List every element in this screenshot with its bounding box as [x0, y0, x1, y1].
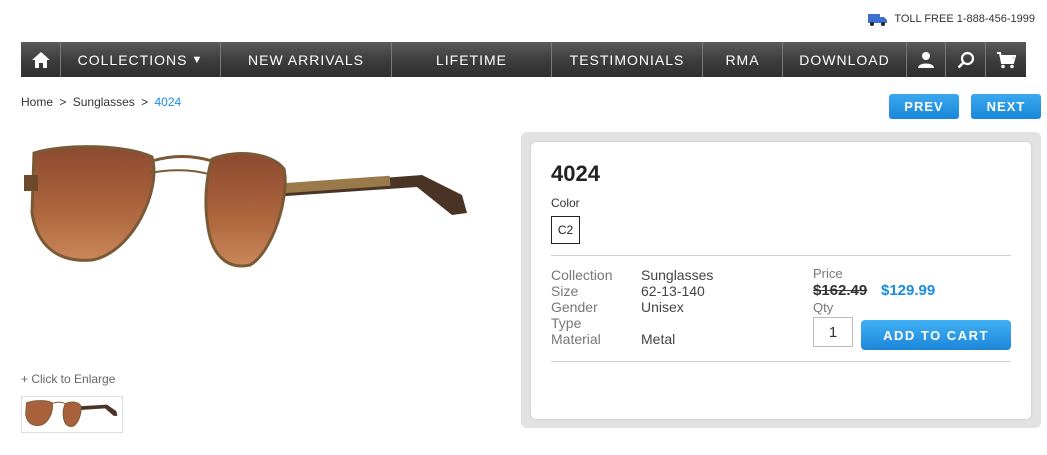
color-option-c2[interactable]: C2 — [551, 216, 580, 244]
search-icon — [957, 51, 974, 68]
next-button[interactable]: NEXT — [971, 94, 1041, 119]
spec-row-collection: Collection Sunglasses — [551, 267, 713, 283]
spec-row-type: Type — [551, 315, 713, 331]
breadcrumb: Home > Sunglasses > 4024 — [21, 95, 181, 109]
home-icon — [31, 51, 50, 68]
thumbnail-image[interactable] — [21, 396, 123, 433]
original-price: $162.49 — [813, 282, 868, 299]
quantity-input[interactable] — [813, 317, 853, 347]
nav-rma-label: RMA — [725, 51, 760, 68]
nav-lifetime[interactable]: LIFETIME — [392, 42, 552, 77]
toll-free: TOLL FREE 1-888-456-1999 — [868, 12, 1035, 26]
nav-download-label: DOWNLOAD — [799, 51, 890, 68]
spec-row-material: Material Metal — [551, 331, 713, 347]
cart-icon — [997, 51, 1016, 68]
breadcrumb-sunglasses[interactable]: Sunglasses — [73, 95, 135, 109]
product-title: 4024 — [551, 161, 600, 186]
caret-down-icon: ▼ — [191, 53, 204, 66]
spec-value: Sunglasses — [641, 267, 714, 283]
sale-price: $129.99 — [881, 282, 936, 299]
breadcrumb-current: 4024 — [154, 95, 182, 109]
spec-row-size: Size 62-13-140 — [551, 283, 713, 299]
add-to-cart-button[interactable]: ADD TO CART — [861, 320, 1011, 350]
breadcrumb-separator: > — [59, 95, 67, 109]
nav-new-arrivals-label: NEW ARRIVALS — [248, 51, 364, 68]
breadcrumb-separator: > — [141, 95, 149, 109]
spec-label: Gender — [551, 299, 598, 315]
click-to-enlarge-link[interactable]: + Click to Enlarge — [21, 372, 115, 386]
breadcrumb-home[interactable]: Home — [21, 95, 53, 109]
account-button[interactable] — [907, 42, 946, 77]
spec-value: 62-13-140 — [641, 283, 705, 299]
nav-lifetime-label: LIFETIME — [435, 51, 507, 68]
search-button[interactable] — [946, 42, 986, 77]
product-image[interactable] — [22, 135, 468, 300]
spec-row-gender: Gender Unisex — [551, 299, 713, 315]
spec-label: Material — [551, 331, 601, 347]
color-label: Color — [551, 196, 580, 210]
spec-value: Unisex — [641, 299, 684, 315]
main-nav: COLLECTIONS ▼ NEW ARRIVALS LIFETIME TEST… — [21, 42, 1026, 77]
product-details-card: 4024 Color C2 Collection Sunglasses Size… — [531, 142, 1031, 419]
product-details-panel: 4024 Color C2 Collection Sunglasses Size… — [521, 132, 1041, 428]
spec-label: Collection — [551, 267, 613, 283]
nav-testimonials-label: TESTIMONIALS — [569, 51, 685, 68]
spec-value: Metal — [641, 331, 676, 347]
nav-download[interactable]: DOWNLOAD — [783, 42, 907, 77]
nav-new-arrivals[interactable]: NEW ARRIVALS — [221, 42, 392, 77]
divider — [551, 361, 1011, 362]
divider — [551, 255, 1011, 256]
spec-label: Type — [551, 315, 582, 331]
nav-home[interactable] — [21, 42, 61, 77]
nav-collections-label: COLLECTIONS — [77, 51, 188, 68]
prev-button[interactable]: PREV — [889, 94, 959, 119]
truck-icon — [868, 14, 888, 26]
price-label: Price — [813, 266, 843, 281]
spec-label: Size — [551, 283, 579, 299]
product-specs: Collection Sunglasses Size 62-13-140 Gen… — [551, 267, 713, 347]
toll-free-text: TOLL FREE 1-888-456-1999 — [894, 13, 1035, 25]
nav-rma[interactable]: RMA — [703, 42, 783, 77]
cart-button[interactable] — [986, 42, 1026, 77]
user-icon — [918, 51, 934, 68]
qty-label: Qty — [813, 300, 834, 315]
nav-testimonials[interactable]: TESTIMONIALS — [552, 42, 703, 77]
nav-collections[interactable]: COLLECTIONS ▼ — [61, 42, 221, 77]
